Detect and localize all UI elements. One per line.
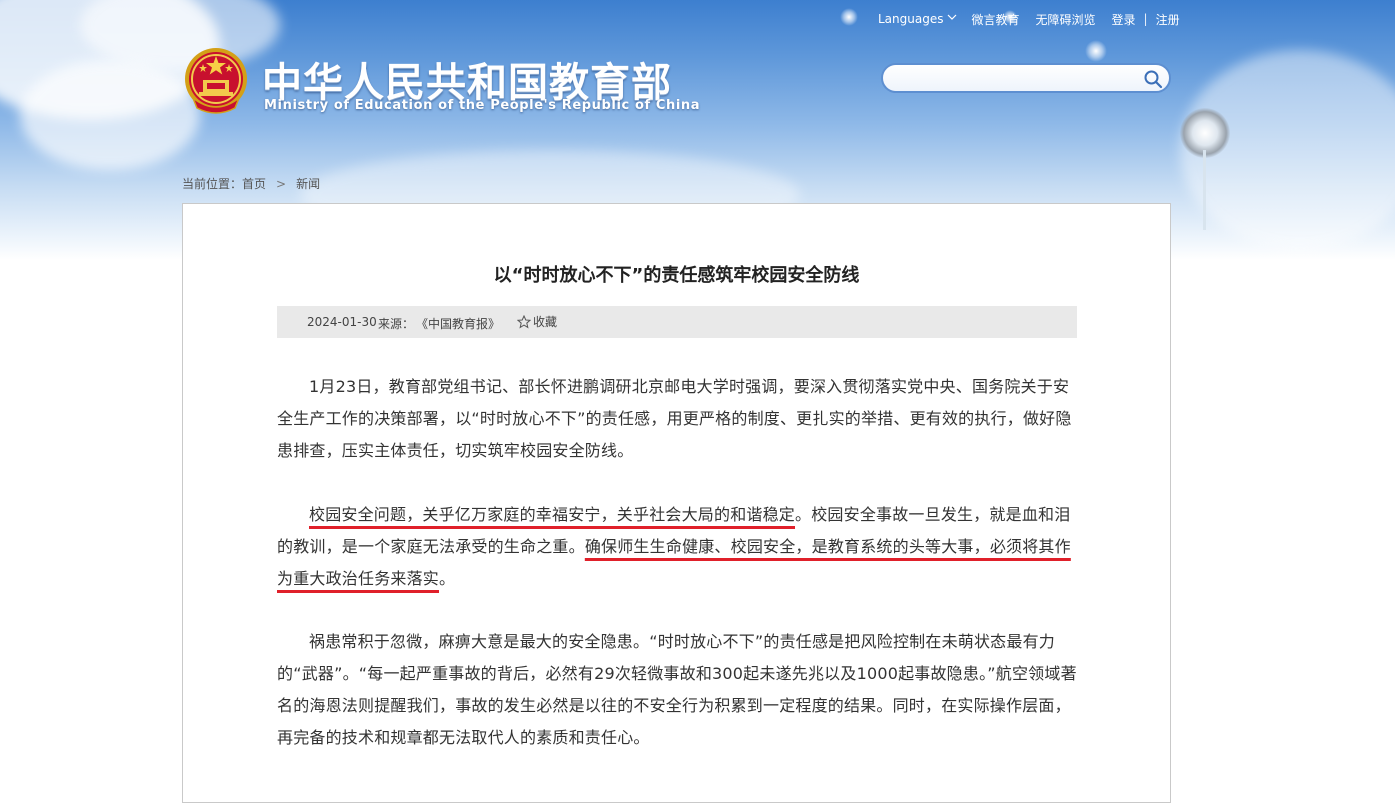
national-emblem-logo[interactable] [183, 46, 249, 116]
breadcrumb-prefix: 当前位置： [182, 177, 243, 191]
dandelion-stem [1203, 150, 1206, 230]
breadcrumb-news-link[interactable]: 新闻 [296, 177, 320, 191]
article-title: 以“时时放心不下”的责任感筑牢校园安全防线 [493, 265, 860, 286]
favorite-label: 收藏 [533, 315, 558, 329]
login-link[interactable]: 登录 [1112, 11, 1136, 28]
article-meta-bar: 2024-01-30 来源： 《中国教育报》 收藏 [277, 306, 1077, 338]
site-title-english: Ministry of Education of the People's Re… [264, 98, 701, 113]
search-box [881, 63, 1171, 93]
weiyan-education-link[interactable]: 微言教育 [971, 11, 1019, 28]
paragraph-text: 祸患常积于忽微，麻痹大意是最大的安全隐患。“时时放心不下”的责任感是把风险控制在… [277, 632, 1077, 747]
accessibility-link[interactable]: 无障碍浏览 [1036, 11, 1096, 28]
register-link[interactable]: 注册 [1156, 11, 1180, 28]
paragraph-text: 1月23日，教育部党组书记、部长怀进鹏调研北京邮电大学时强调，要深入贯彻落实党中… [277, 377, 1072, 460]
highlighted-text: 校园安全问题，关乎亿万家庭的幸福安宁，关乎社会大局的和谐稳定 [309, 505, 796, 524]
article-paragraph: 1月23日，教育部党组书记、部长怀进鹏调研北京邮电大学时强调，要深入贯彻落实党中… [277, 371, 1080, 467]
star-icon [517, 314, 531, 328]
breadcrumb: 当前位置：首页 > 新闻 [182, 175, 320, 192]
favorite-button[interactable]: 收藏 [517, 313, 557, 330]
article-panel: 以“时时放心不下”的责任感筑牢校园安全防线 2024-01-30 来源： 《中国… [182, 203, 1171, 803]
article-paragraph: 祸患常积于忽微，麻痹大意是最大的安全隐患。“时时放心不下”的责任感是把风险控制在… [277, 626, 1080, 754]
search-icon[interactable] [1143, 69, 1163, 89]
article-paragraph: 校园安全问题，关乎亿万家庭的幸福安宁，关乎社会大局的和谐稳定。校园安全事故一旦发… [277, 499, 1080, 595]
chevron-down-icon[interactable] [947, 14, 957, 24]
search-input[interactable] [895, 69, 1139, 89]
languages-link[interactable]: Languages [878, 12, 943, 26]
paragraph-text: 。 [439, 569, 456, 588]
link-separator: | [1143, 12, 1148, 26]
dandelion-seed [840, 8, 858, 26]
article-date: 2024-01-30 [307, 315, 377, 329]
article-source-label: 来源： [378, 317, 415, 331]
top-links: Languages 微言教育 无障碍浏览 登录 | 注册 [878, 10, 1180, 28]
breadcrumb-home-link[interactable]: 首页 [242, 177, 266, 191]
dandelion-seed [1085, 40, 1107, 62]
article-source: 《中国教育报》 [416, 317, 501, 331]
cloud-decoration [20, 60, 200, 170]
chevron-right-icon: > [276, 177, 287, 191]
